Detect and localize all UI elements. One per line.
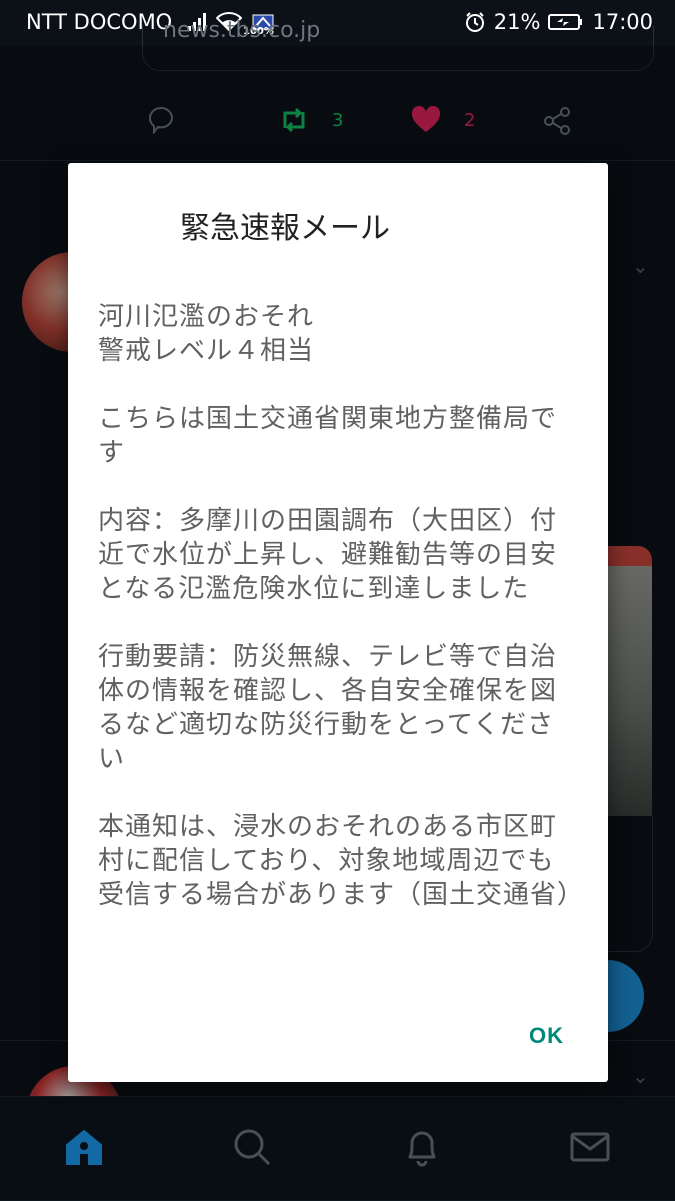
alert-heading: 河川氾濫のおそれ 警戒レベル４相当 xyxy=(98,302,315,366)
link-url: news.tbs.co.jp xyxy=(163,18,321,43)
dialog-title: 緊急速報メール xyxy=(180,211,390,246)
emergency-alert-dialog: 緊急速報メール 河川氾濫のおそれ 警戒レベル４相当 こちらは国土交通省関東地方整… xyxy=(68,163,608,1082)
alert-content: 内容：多摩川の田園調布（大田区）付近で水位が上昇し、避難勧告等の目安となる氾濫危… xyxy=(98,506,558,604)
alert-sender: こちらは国土交通省関東地方整備局です xyxy=(98,404,558,468)
dialog-message: 河川氾濫のおそれ 警戒レベル４相当 こちらは国土交通省関東地方整備局です 内容：… xyxy=(98,300,585,946)
alert-action-request: 行動要請：防災無線、テレビ等で自治体の情報を確認し、各自安全確保を図るなど適切な… xyxy=(98,642,558,774)
alert-notice: 本通知は、浸水のおそれのある市区町村に配信しており、対象地域周辺でも受信する場合… xyxy=(98,812,585,910)
ok-button[interactable]: OK xyxy=(529,1023,564,1049)
